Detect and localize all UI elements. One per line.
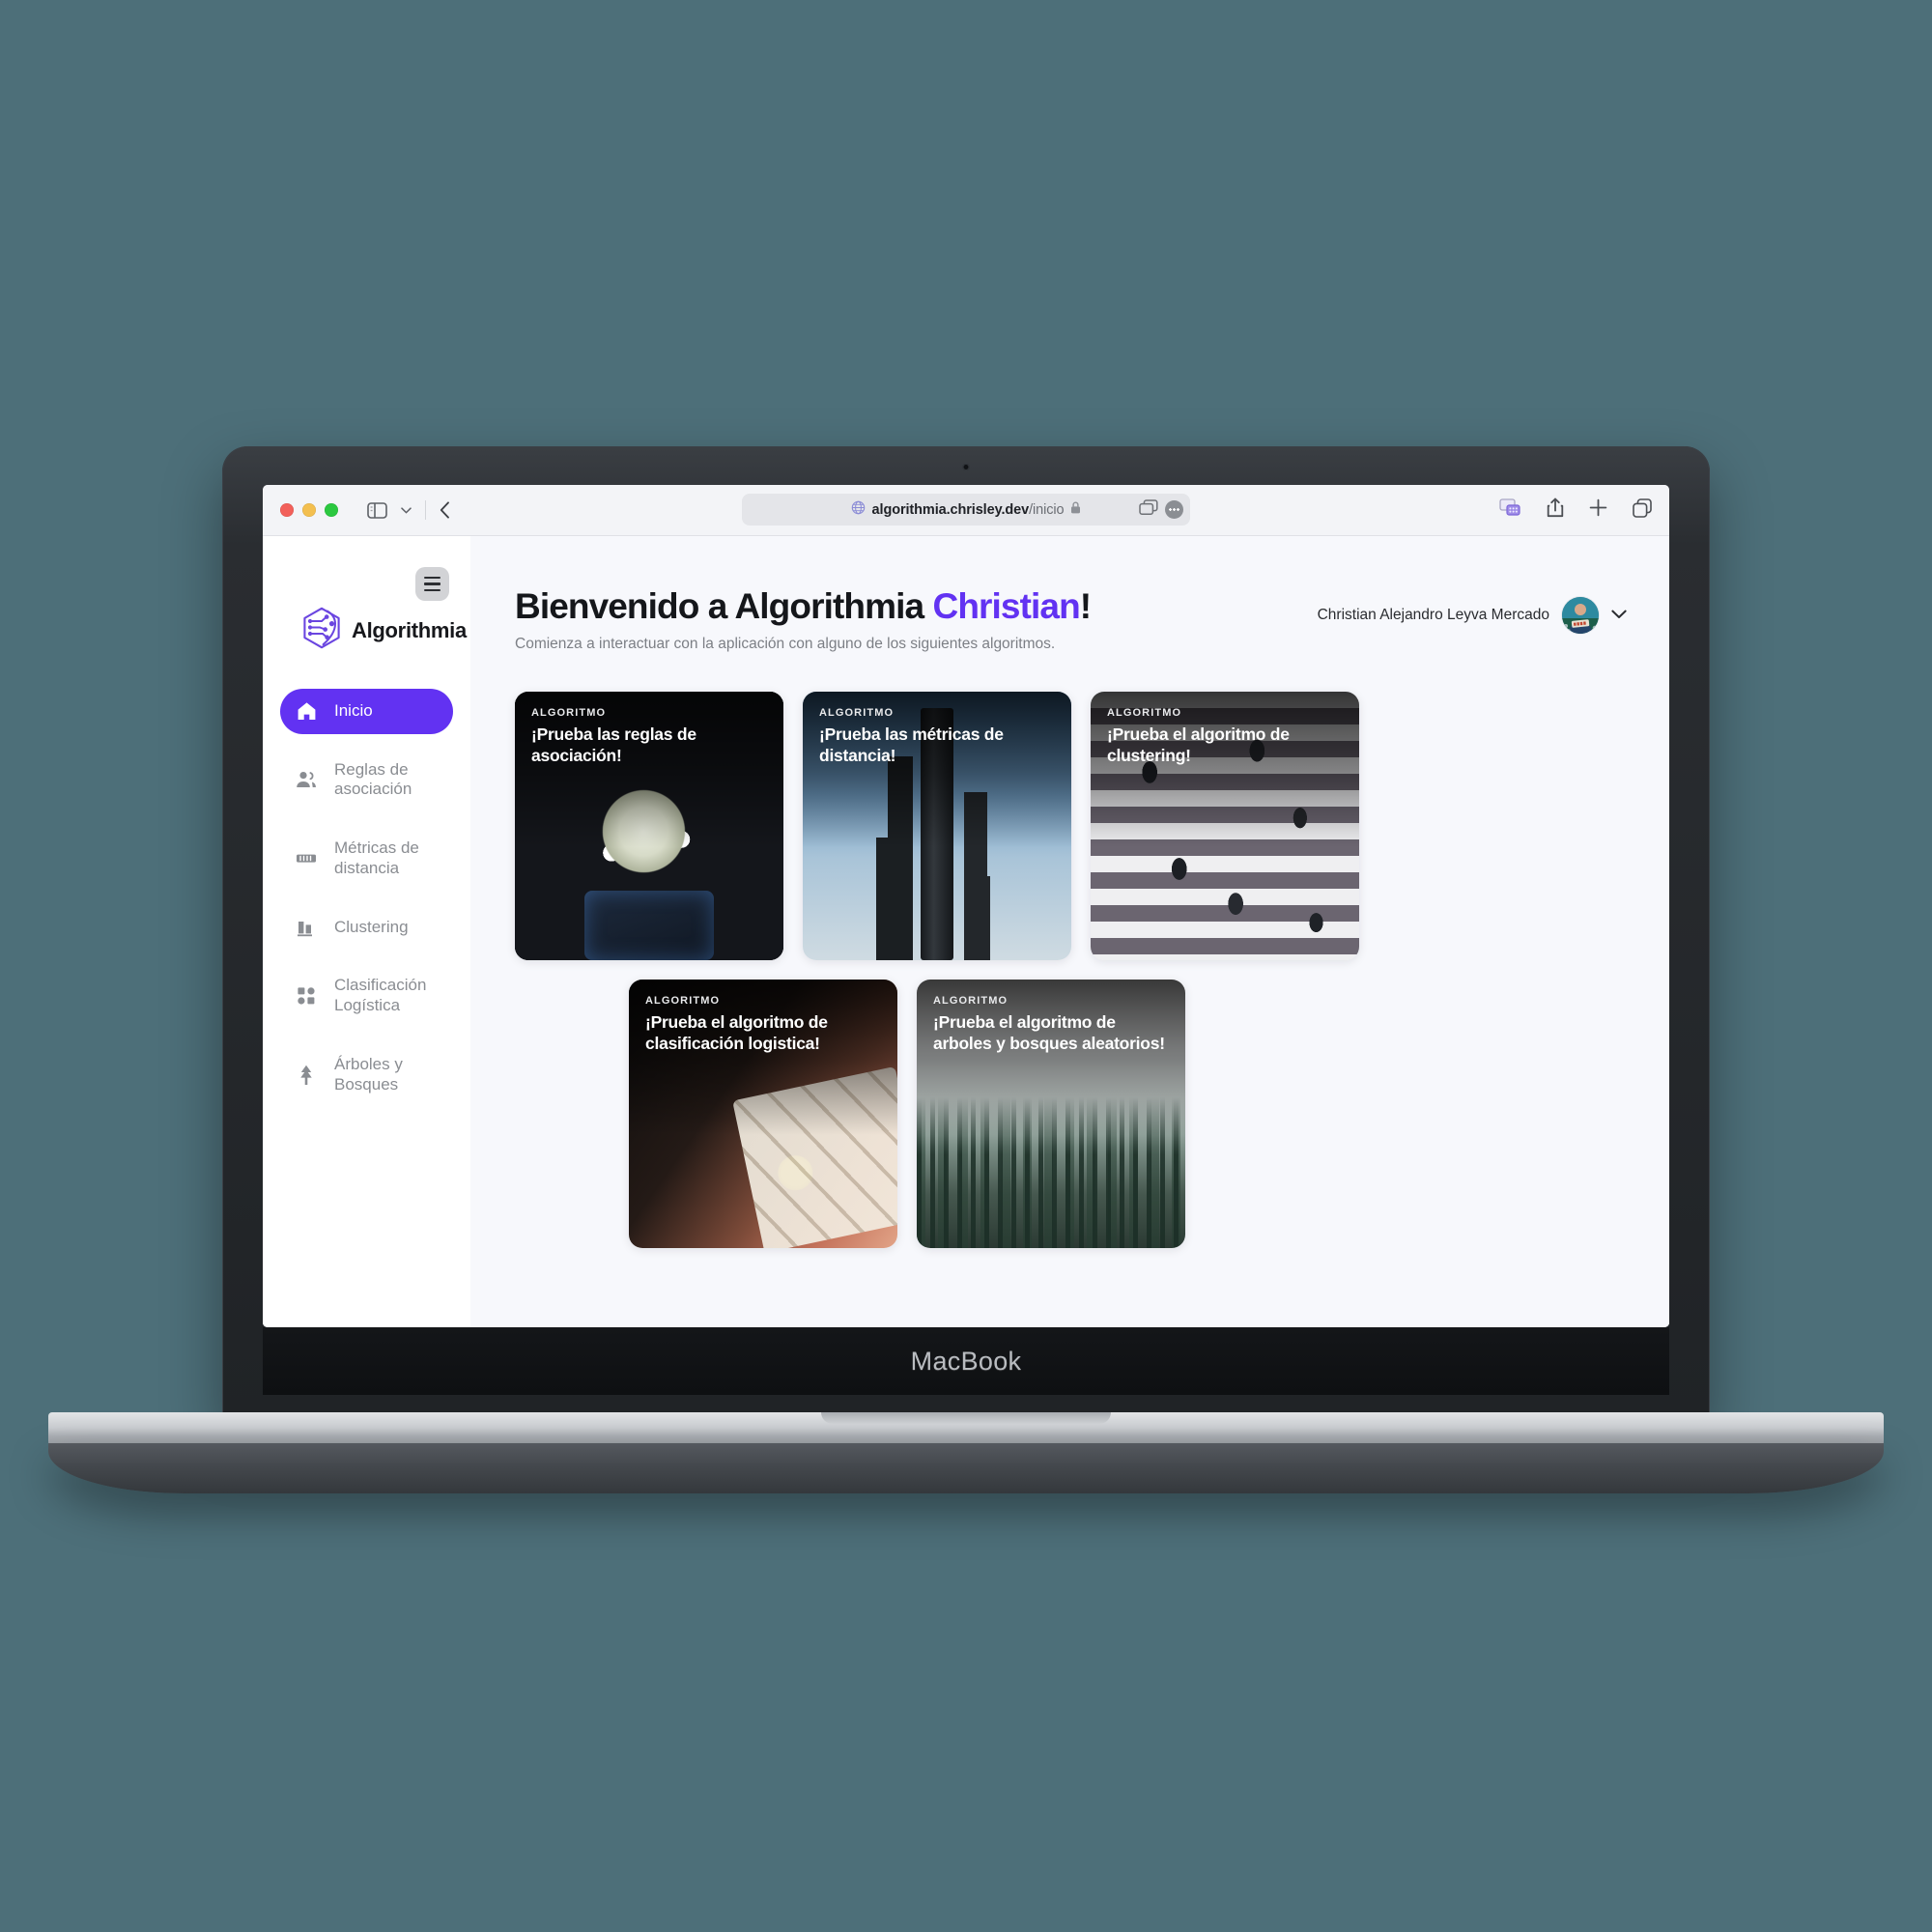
algorithmia-logo-icon bbox=[301, 607, 342, 654]
share-icon[interactable] bbox=[1547, 497, 1564, 523]
laptop-screen: algorithmia.chrisley.dev/inicio Algorith… bbox=[263, 485, 1669, 1327]
chevron-down-icon[interactable] bbox=[401, 506, 412, 514]
card-text: ALGORITMO ¡Prueba el algoritmo de clasif… bbox=[645, 995, 881, 1054]
hamburger-icon bbox=[424, 582, 440, 585]
page-subtitle: Comienza a interactuar con la aplicación… bbox=[515, 636, 1056, 652]
address-bar-actions bbox=[1139, 494, 1183, 526]
laptop-notch bbox=[821, 1412, 1111, 1424]
sidebar-toggle-icon[interactable] bbox=[367, 501, 387, 519]
card-text: ALGORITMO ¡Prueba las reglas de asociaci… bbox=[531, 707, 767, 766]
card-title: ¡Prueba el algoritmo de arboles y bosque… bbox=[933, 1012, 1165, 1054]
main-content: Bienvenido a Algorithmia Christian! Comi… bbox=[470, 536, 1669, 1327]
card-title: ¡Prueba el algoritmo de clustering! bbox=[1107, 724, 1290, 766]
card-kicker: ALGORITMO bbox=[819, 707, 895, 719]
laptop-chin: MacBook bbox=[263, 1327, 1669, 1395]
app-sidebar: Algorithmia Inicio Reglas de asociación … bbox=[263, 536, 470, 1327]
sidebar-item-label: Métricas de distancia bbox=[334, 838, 419, 877]
sidebar-item-arboles-y-bosques[interactable]: Árboles y Bosques bbox=[280, 1042, 453, 1107]
algorithm-card[interactable]: ALGORITMO ¡Prueba el algoritmo de arbole… bbox=[917, 980, 1185, 1248]
window-controls[interactable] bbox=[280, 503, 338, 517]
card-kicker: ALGORITMO bbox=[531, 707, 607, 719]
sidebar-item-label: Clustering bbox=[334, 917, 409, 936]
laptop-lid: algorithmia.chrisley.dev/inicio Algorith… bbox=[222, 446, 1710, 1422]
algorithm-card-grid-row2: ALGORITMO ¡Prueba el algoritmo de clasif… bbox=[515, 980, 1627, 1248]
user-menu[interactable]: Christian Alejandro Leyva Mercado bbox=[1318, 586, 1627, 634]
card-title: ¡Prueba el algoritmo de clasificación lo… bbox=[645, 1012, 828, 1054]
algorithm-card[interactable]: ALGORITMO ¡Prueba el algoritmo de cluste… bbox=[1091, 692, 1359, 960]
page-title: Bienvenido a Algorithmia Christian! bbox=[515, 586, 1092, 627]
card-text: ALGORITMO ¡Prueba el algoritmo de cluste… bbox=[1107, 707, 1343, 766]
chevron-down-icon[interactable] bbox=[1611, 607, 1627, 624]
sidebar-item-metricas-de-distancia[interactable]: Métricas de distancia bbox=[280, 826, 453, 891]
tab-overview-icon[interactable] bbox=[1139, 498, 1158, 521]
page-menu-button[interactable] bbox=[1165, 500, 1183, 519]
card-kicker: ALGORITMO bbox=[1107, 707, 1182, 719]
back-arrow-icon[interactable] bbox=[440, 501, 450, 519]
people-icon bbox=[296, 771, 317, 788]
home-icon bbox=[296, 701, 317, 721]
close-window-button[interactable] bbox=[280, 503, 294, 517]
card-text: ALGORITMO ¡Prueba el algoritmo de arbole… bbox=[933, 995, 1169, 1054]
algorithm-card[interactable]: ALGORITMO ¡Prueba las reglas de asociaci… bbox=[515, 692, 783, 960]
lock-icon bbox=[1070, 501, 1081, 519]
user-name: Christian Alejandro Leyva Mercado bbox=[1317, 607, 1549, 623]
sidebar-item-label: Reglas de asociación bbox=[334, 759, 412, 799]
ellipsis-icon bbox=[1169, 508, 1179, 511]
app-body: Algorithmia Inicio Reglas de asociación … bbox=[263, 536, 1669, 1327]
copy-tabs-icon[interactable] bbox=[1633, 497, 1652, 523]
card-kicker: ALGORITMO bbox=[645, 995, 721, 1007]
page-title-name: Christian bbox=[932, 586, 1081, 626]
card-title: ¡Prueba las métricas de distancia! bbox=[819, 724, 1004, 766]
card-title: ¡Prueba las reglas de asociación! bbox=[531, 724, 696, 766]
hamburger-icon bbox=[424, 588, 440, 592]
toolbar-divider bbox=[425, 500, 426, 520]
page-title-prefix: Bienvenido a Algorithmia bbox=[515, 586, 933, 626]
address-bar-text: algorithmia.chrisley.dev/inicio bbox=[872, 502, 1065, 518]
brand-name: Algorithmia bbox=[352, 617, 467, 642]
grid-dots-icon bbox=[296, 986, 317, 1006]
page-title-suffix: ! bbox=[1079, 586, 1092, 626]
algorithm-card[interactable]: ALGORITMO ¡Prueba las métricas de distan… bbox=[803, 692, 1071, 960]
url-path: /inicio bbox=[1029, 501, 1065, 518]
card-kicker: ALGORITMO bbox=[933, 995, 1009, 1007]
screenshot-stage: algorithmia.chrisley.dev/inicio Algorith… bbox=[0, 0, 1932, 1932]
sidebar-item-label: Inicio bbox=[334, 701, 373, 720]
tree-icon bbox=[296, 1065, 317, 1086]
webcam-icon bbox=[962, 464, 970, 470]
sidebar-nav: Inicio Reglas de asociación Métricas de … bbox=[263, 689, 470, 1107]
macbook-mockup: algorithmia.chrisley.dev/inicio Algorith… bbox=[48, 446, 1884, 1493]
ruler-icon bbox=[296, 852, 317, 865]
url-host: algorithmia.chrisley.dev bbox=[871, 501, 1030, 518]
card-text: ALGORITMO ¡Prueba las métricas de distan… bbox=[819, 707, 1055, 766]
sidebar-item-label: Árboles y Bosques bbox=[334, 1054, 403, 1094]
sidebar-item-reglas-de-asociacion[interactable]: Reglas de asociación bbox=[280, 748, 453, 812]
sidebar-item-label: Clasificación Logística bbox=[334, 976, 427, 1015]
laptop-base-underside bbox=[48, 1443, 1884, 1493]
page-header: Bienvenido a Algorithmia Christian! Comi… bbox=[515, 586, 1627, 653]
address-bar[interactable]: algorithmia.chrisley.dev/inicio bbox=[742, 494, 1190, 526]
fullscreen-window-button[interactable] bbox=[325, 503, 338, 517]
page-heading-block: Bienvenido a Algorithmia Christian! Comi… bbox=[515, 586, 1092, 653]
sidebar-item-clustering[interactable]: Clustering bbox=[280, 905, 453, 951]
extension-icon[interactable] bbox=[1499, 498, 1521, 522]
algorithm-card-grid: ALGORITMO ¡Prueba las reglas de asociaci… bbox=[515, 692, 1627, 960]
sidebar-item-inicio[interactable]: Inicio bbox=[280, 689, 453, 734]
avatar[interactable] bbox=[1562, 597, 1599, 634]
safari-window: algorithmia.chrisley.dev/inicio Algorith… bbox=[263, 485, 1669, 1327]
globe-icon bbox=[851, 500, 866, 520]
plus-icon[interactable] bbox=[1589, 498, 1607, 522]
browser-toolbar: algorithmia.chrisley.dev/inicio bbox=[263, 485, 1669, 536]
minimize-window-button[interactable] bbox=[302, 503, 316, 517]
algorithm-card[interactable]: ALGORITMO ¡Prueba el algoritmo de clasif… bbox=[629, 980, 897, 1248]
bar-chart-icon bbox=[296, 918, 317, 937]
device-label: MacBook bbox=[910, 1346, 1022, 1376]
toolbar-right-actions bbox=[1499, 497, 1652, 523]
hamburger-icon bbox=[424, 576, 440, 580]
sidebar-collapse-button[interactable] bbox=[415, 567, 449, 601]
sidebar-item-clasificacion-logistica[interactable]: Clasificación Logística bbox=[280, 963, 453, 1028]
